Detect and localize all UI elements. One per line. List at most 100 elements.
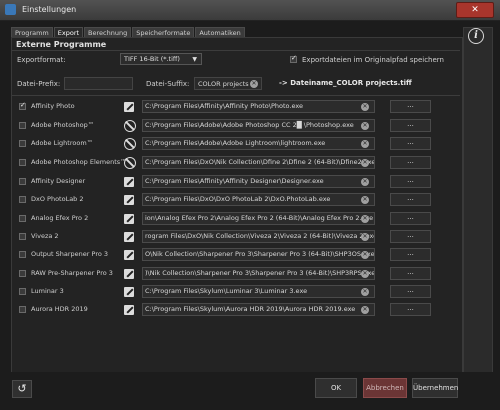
ok-button[interactable]: OK <box>315 378 357 398</box>
browse-button[interactable]: ... <box>390 137 431 150</box>
program-checkbox[interactable] <box>19 251 26 258</box>
program-path-input[interactable]: O\Nik Collection\Sharpener Pro 3\Sharpen… <box>142 248 375 261</box>
browse-button[interactable]: ... <box>390 248 431 261</box>
program-path-input[interactable]: C:\Program Files\DxO\DxO PhotoLab 2\DxO.… <box>142 193 375 206</box>
clear-path-icon[interactable]: ✕ <box>361 103 369 111</box>
program-path-input[interactable]: ion\Analog Efex Pro 2\Analog Efex Pro 2 … <box>142 212 375 225</box>
program-checkbox[interactable] <box>19 140 26 147</box>
program-path-input[interactable]: C:\Program Files\Skylum\Luminar 3\Lumina… <box>142 285 375 298</box>
clear-path-icon[interactable]: ✕ <box>361 196 369 204</box>
clear-path-icon[interactable]: ✕ <box>361 270 369 278</box>
program-path-input[interactable]: C:\Program Files\Skylum\Aurora HDR 2019\… <box>142 303 375 316</box>
no-entry-icon[interactable] <box>124 157 136 169</box>
file-suffix-value: COLOR projects <box>198 80 249 88</box>
cancel-button[interactable]: Abbrechen <box>363 378 407 398</box>
browse-button[interactable]: ... <box>390 156 431 169</box>
browse-button[interactable]: ... <box>390 193 431 206</box>
browse-button[interactable]: ... <box>390 267 431 280</box>
clear-path-icon[interactable]: ✕ <box>361 306 369 314</box>
edit-icon[interactable] <box>124 232 134 242</box>
program-checkbox[interactable] <box>19 288 26 295</box>
close-button[interactable]: ✕ <box>456 2 494 18</box>
program-name: DxO PhotoLab 2 <box>31 195 84 203</box>
program-name: Output Sharpener Pro 3 <box>31 250 109 258</box>
edit-icon[interactable] <box>124 287 134 297</box>
program-checkbox[interactable] <box>19 159 26 166</box>
program-checkbox[interactable] <box>19 306 26 313</box>
edit-icon[interactable] <box>124 195 134 205</box>
file-prefix-input[interactable] <box>64 77 133 90</box>
program-checkbox[interactable] <box>19 178 26 185</box>
edit-icon[interactable] <box>124 269 134 279</box>
program-path-value: C:\Program Files\Affinity\Affinity Photo… <box>145 102 303 110</box>
edit-icon[interactable] <box>124 177 134 187</box>
browse-button[interactable]: ... <box>390 119 431 132</box>
program-checkbox[interactable] <box>19 270 26 277</box>
program-checkbox[interactable] <box>19 215 26 222</box>
browse-button[interactable]: ... <box>390 212 431 225</box>
program-path-input[interactable]: C:\Program Files\DxO\Nik Collection\Dfin… <box>142 156 375 169</box>
program-path-value: C:\Program Files\Skylum\Aurora HDR 2019\… <box>145 305 356 313</box>
program-path-value: O\Nik Collection\Sharpener Pro 3\Sharpen… <box>145 250 375 258</box>
program-path-input[interactable]: C:\Program Files\Affinity\Affinity Photo… <box>142 100 375 113</box>
edit-icon[interactable] <box>124 102 134 112</box>
undo-icon: ↺ <box>17 382 27 395</box>
section-title: Externe Programme <box>16 40 107 49</box>
clear-path-icon[interactable]: ✕ <box>361 159 369 167</box>
program-path-input[interactable]: )\Nik Collection\Sharpener Pro 3\Sharpen… <box>142 267 375 280</box>
tab-bar: Programm Export Berechnung Speicherforma… <box>11 27 246 38</box>
browse-button[interactable]: ... <box>390 285 431 298</box>
program-name: Viveza 2 <box>31 232 59 240</box>
clear-path-icon[interactable]: ✕ <box>361 122 369 130</box>
no-entry-icon[interactable] <box>124 138 136 150</box>
edit-icon[interactable] <box>124 305 134 315</box>
browse-button[interactable]: ... <box>390 230 431 243</box>
export-format-value: TIFF 16-Bit (*.tiff) <box>124 55 180 63</box>
save-original-path-label: Exportdateien im Originalpfad speichern <box>302 56 444 64</box>
program-row: Luminar 3 C:\Program Files\Skylum\Luminar… <box>12 283 460 301</box>
program-checkbox[interactable] <box>19 101 26 110</box>
apply-button[interactable]: Übernehmen <box>412 378 458 398</box>
no-entry-icon[interactable] <box>124 120 136 132</box>
clear-path-icon[interactable]: ✕ <box>361 251 369 259</box>
clear-path-icon[interactable]: ✕ <box>361 233 369 241</box>
program-name: Luminar 3 <box>31 287 64 295</box>
clear-path-icon[interactable]: ✕ <box>361 215 369 223</box>
export-format-select[interactable]: TIFF 16-Bit (*.tiff) ▼ <box>120 53 202 65</box>
program-name: Adobe Photoshop Elements™ <box>31 158 127 166</box>
browse-button[interactable]: ... <box>390 100 431 113</box>
app-icon <box>5 4 16 15</box>
browse-button[interactable]: ... <box>390 175 431 188</box>
program-path-value: C:\Program Files\DxO\DxO PhotoLab 2\DxO.… <box>145 195 331 203</box>
program-path-value: ion\Analog Efex Pro 2\Analog Efex Pro 2 … <box>145 214 374 222</box>
program-checkbox[interactable] <box>19 122 26 129</box>
program-path-input[interactable]: C:\Program Files\Adobe\Adobe Lightroom\l… <box>142 137 375 150</box>
program-path-value: C:\Program Files\Affinity\Affinity Desig… <box>145 177 324 185</box>
clear-suffix-icon[interactable]: ✕ <box>250 80 258 88</box>
program-checkbox[interactable] <box>19 233 26 240</box>
program-row: RAW Pre-Sharpener Pro 3)\Nik Collection\… <box>12 265 460 283</box>
program-name: Adobe Lightroom™ <box>31 139 94 147</box>
reset-button[interactable]: ↺ <box>12 380 32 398</box>
info-icon[interactable]: i <box>468 28 484 44</box>
clear-path-icon[interactable]: ✕ <box>361 178 369 186</box>
clear-path-icon[interactable]: ✕ <box>361 140 369 148</box>
program-row: Aurora HDR 2019 C:\Program Files\Skylum\A… <box>12 301 460 319</box>
side-panel <box>463 27 493 374</box>
save-original-path-checkbox[interactable] <box>290 54 297 63</box>
edit-icon[interactable] <box>124 214 134 224</box>
browse-button[interactable]: ... <box>390 303 431 316</box>
export-format-label: Exportformat: <box>17 56 66 64</box>
program-row: Adobe Photoshop™ C:\Program Files\Adobe\A… <box>12 117 460 135</box>
program-row: DxO PhotoLab 2 C:\Program Files\DxO\DxO P… <box>12 191 460 209</box>
program-name: Analog Efex Pro 2 <box>31 214 89 222</box>
program-path-input[interactable]: C:\Program Files\Affinity\Affinity Desig… <box>142 175 375 188</box>
program-row: Affinity Photo C:\Program Files\Affinity\… <box>12 98 460 116</box>
program-path-input[interactable]: C:\Program Files\Adobe\Adobe Photoshop C… <box>142 119 375 132</box>
program-path-input[interactable]: rogram Files\DxO\Nik Collection\Viveza 2… <box>142 230 375 243</box>
clear-path-icon[interactable]: ✕ <box>361 288 369 296</box>
edit-icon[interactable] <box>124 250 134 260</box>
file-suffix-input[interactable]: COLOR projects ✕ <box>194 77 262 90</box>
program-checkbox[interactable] <box>19 196 26 203</box>
chevron-down-icon: ▼ <box>192 56 197 63</box>
